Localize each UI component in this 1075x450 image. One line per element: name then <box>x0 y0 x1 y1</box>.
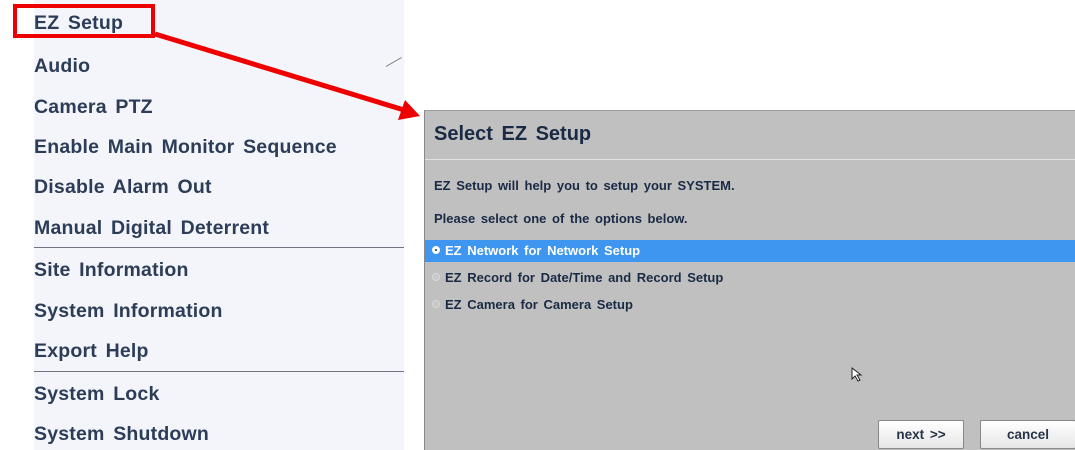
option-label: EZ Network for Network Setup <box>445 243 641 258</box>
ez-setup-dialog: Select EZ Setup EZ Setup will help you t… <box>424 110 1075 450</box>
radio-icon[interactable] <box>432 273 440 281</box>
option-ez-record[interactable]: EZ Record for Date/Time and Record Setup <box>425 267 1075 289</box>
radio-selected-icon[interactable] <box>432 246 440 254</box>
dialog-title: Select EZ Setup <box>434 123 592 145</box>
option-label: EZ Camera for Camera Setup <box>445 297 633 312</box>
dialog-intro-text: EZ Setup will help you to setup your SYS… <box>434 178 735 193</box>
option-ez-camera[interactable]: EZ Camera for Camera Setup <box>425 294 1075 316</box>
option-ez-network[interactable]: EZ Network for Network Setup <box>425 240 1075 262</box>
mouse-pointer-icon <box>851 367 863 382</box>
radio-icon[interactable] <box>432 300 440 308</box>
cancel-button[interactable]: cancel <box>980 420 1075 449</box>
dialog-instruction-text: Please select one of the options below. <box>434 211 688 226</box>
option-label: EZ Record for Date/Time and Record Setup <box>445 270 724 285</box>
next-button[interactable]: next >> <box>878 420 964 449</box>
title-divider <box>425 159 1075 160</box>
